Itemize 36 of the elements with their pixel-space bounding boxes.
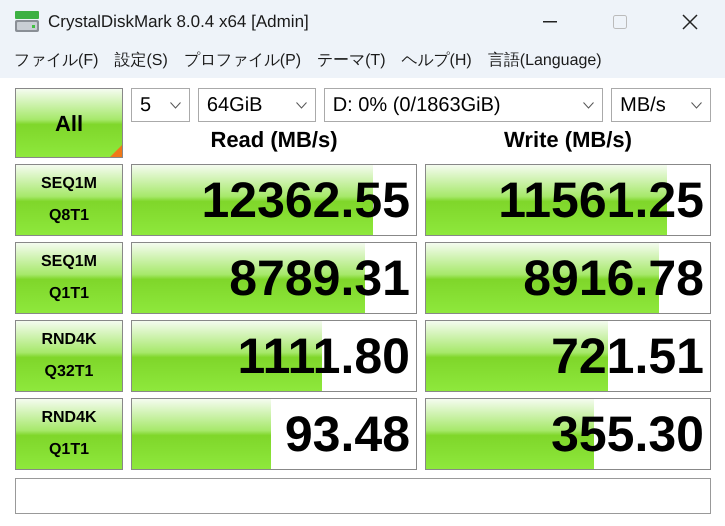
- corner-triangle-icon: [110, 145, 122, 157]
- result-value: 93.48: [284, 405, 410, 464]
- dropdown-value: MB/s: [620, 93, 666, 118]
- dropdown[interactable]: 64GiB: [198, 88, 316, 122]
- menu-item[interactable]: 言語(Language): [480, 49, 610, 73]
- column-header: Read (MB/s): [209, 126, 339, 154]
- minimize-icon: [543, 21, 557, 23]
- test-button[interactable]: RND4K Q1T1: [15, 398, 123, 470]
- chevron-down-icon: [296, 102, 307, 108]
- dropdown[interactable]: MB/s: [611, 88, 711, 122]
- menu-item[interactable]: プロファイル(P): [176, 49, 310, 73]
- dropdown[interactable]: 5: [131, 88, 190, 122]
- menu-item[interactable]: テーマ(T): [309, 49, 394, 73]
- dropdown[interactable]: D: 0% (0/1863GiB): [324, 88, 604, 122]
- result-value: 355.30: [551, 405, 704, 464]
- window-title: CrystalDiskMark 8.0.4 x64 [Admin]: [48, 11, 309, 34]
- test-button[interactable]: SEQ1M Q1T1: [15, 242, 123, 314]
- result-value: 1111.80: [238, 327, 410, 386]
- chevron-down-icon: [583, 102, 594, 108]
- chevron-down-icon: [170, 102, 181, 108]
- dropdown-value: 5: [140, 93, 152, 118]
- maximize-icon: [613, 15, 627, 29]
- test-button[interactable]: RND4K Q32T1: [15, 320, 123, 392]
- menu-item[interactable]: ヘルプ(H): [394, 49, 480, 73]
- dropdown-value: D: 0% (0/1863GiB): [332, 93, 501, 118]
- menu-item[interactable]: ファイル(F): [6, 49, 106, 73]
- menu-item[interactable]: 設定(S): [106, 49, 176, 73]
- comment-field[interactable]: [15, 478, 711, 514]
- chevron-down-icon: [691, 102, 702, 108]
- dropdown-value: 64GiB: [206, 93, 263, 118]
- close-icon: [682, 14, 698, 30]
- result-value: 721.51: [551, 327, 704, 386]
- test-button[interactable]: SEQ1M Q8T1: [15, 164, 123, 236]
- column-header: Write (MB/s): [503, 126, 633, 154]
- disk-app-icon: [14, 10, 40, 34]
- all-button[interactable]: All: [15, 88, 123, 158]
